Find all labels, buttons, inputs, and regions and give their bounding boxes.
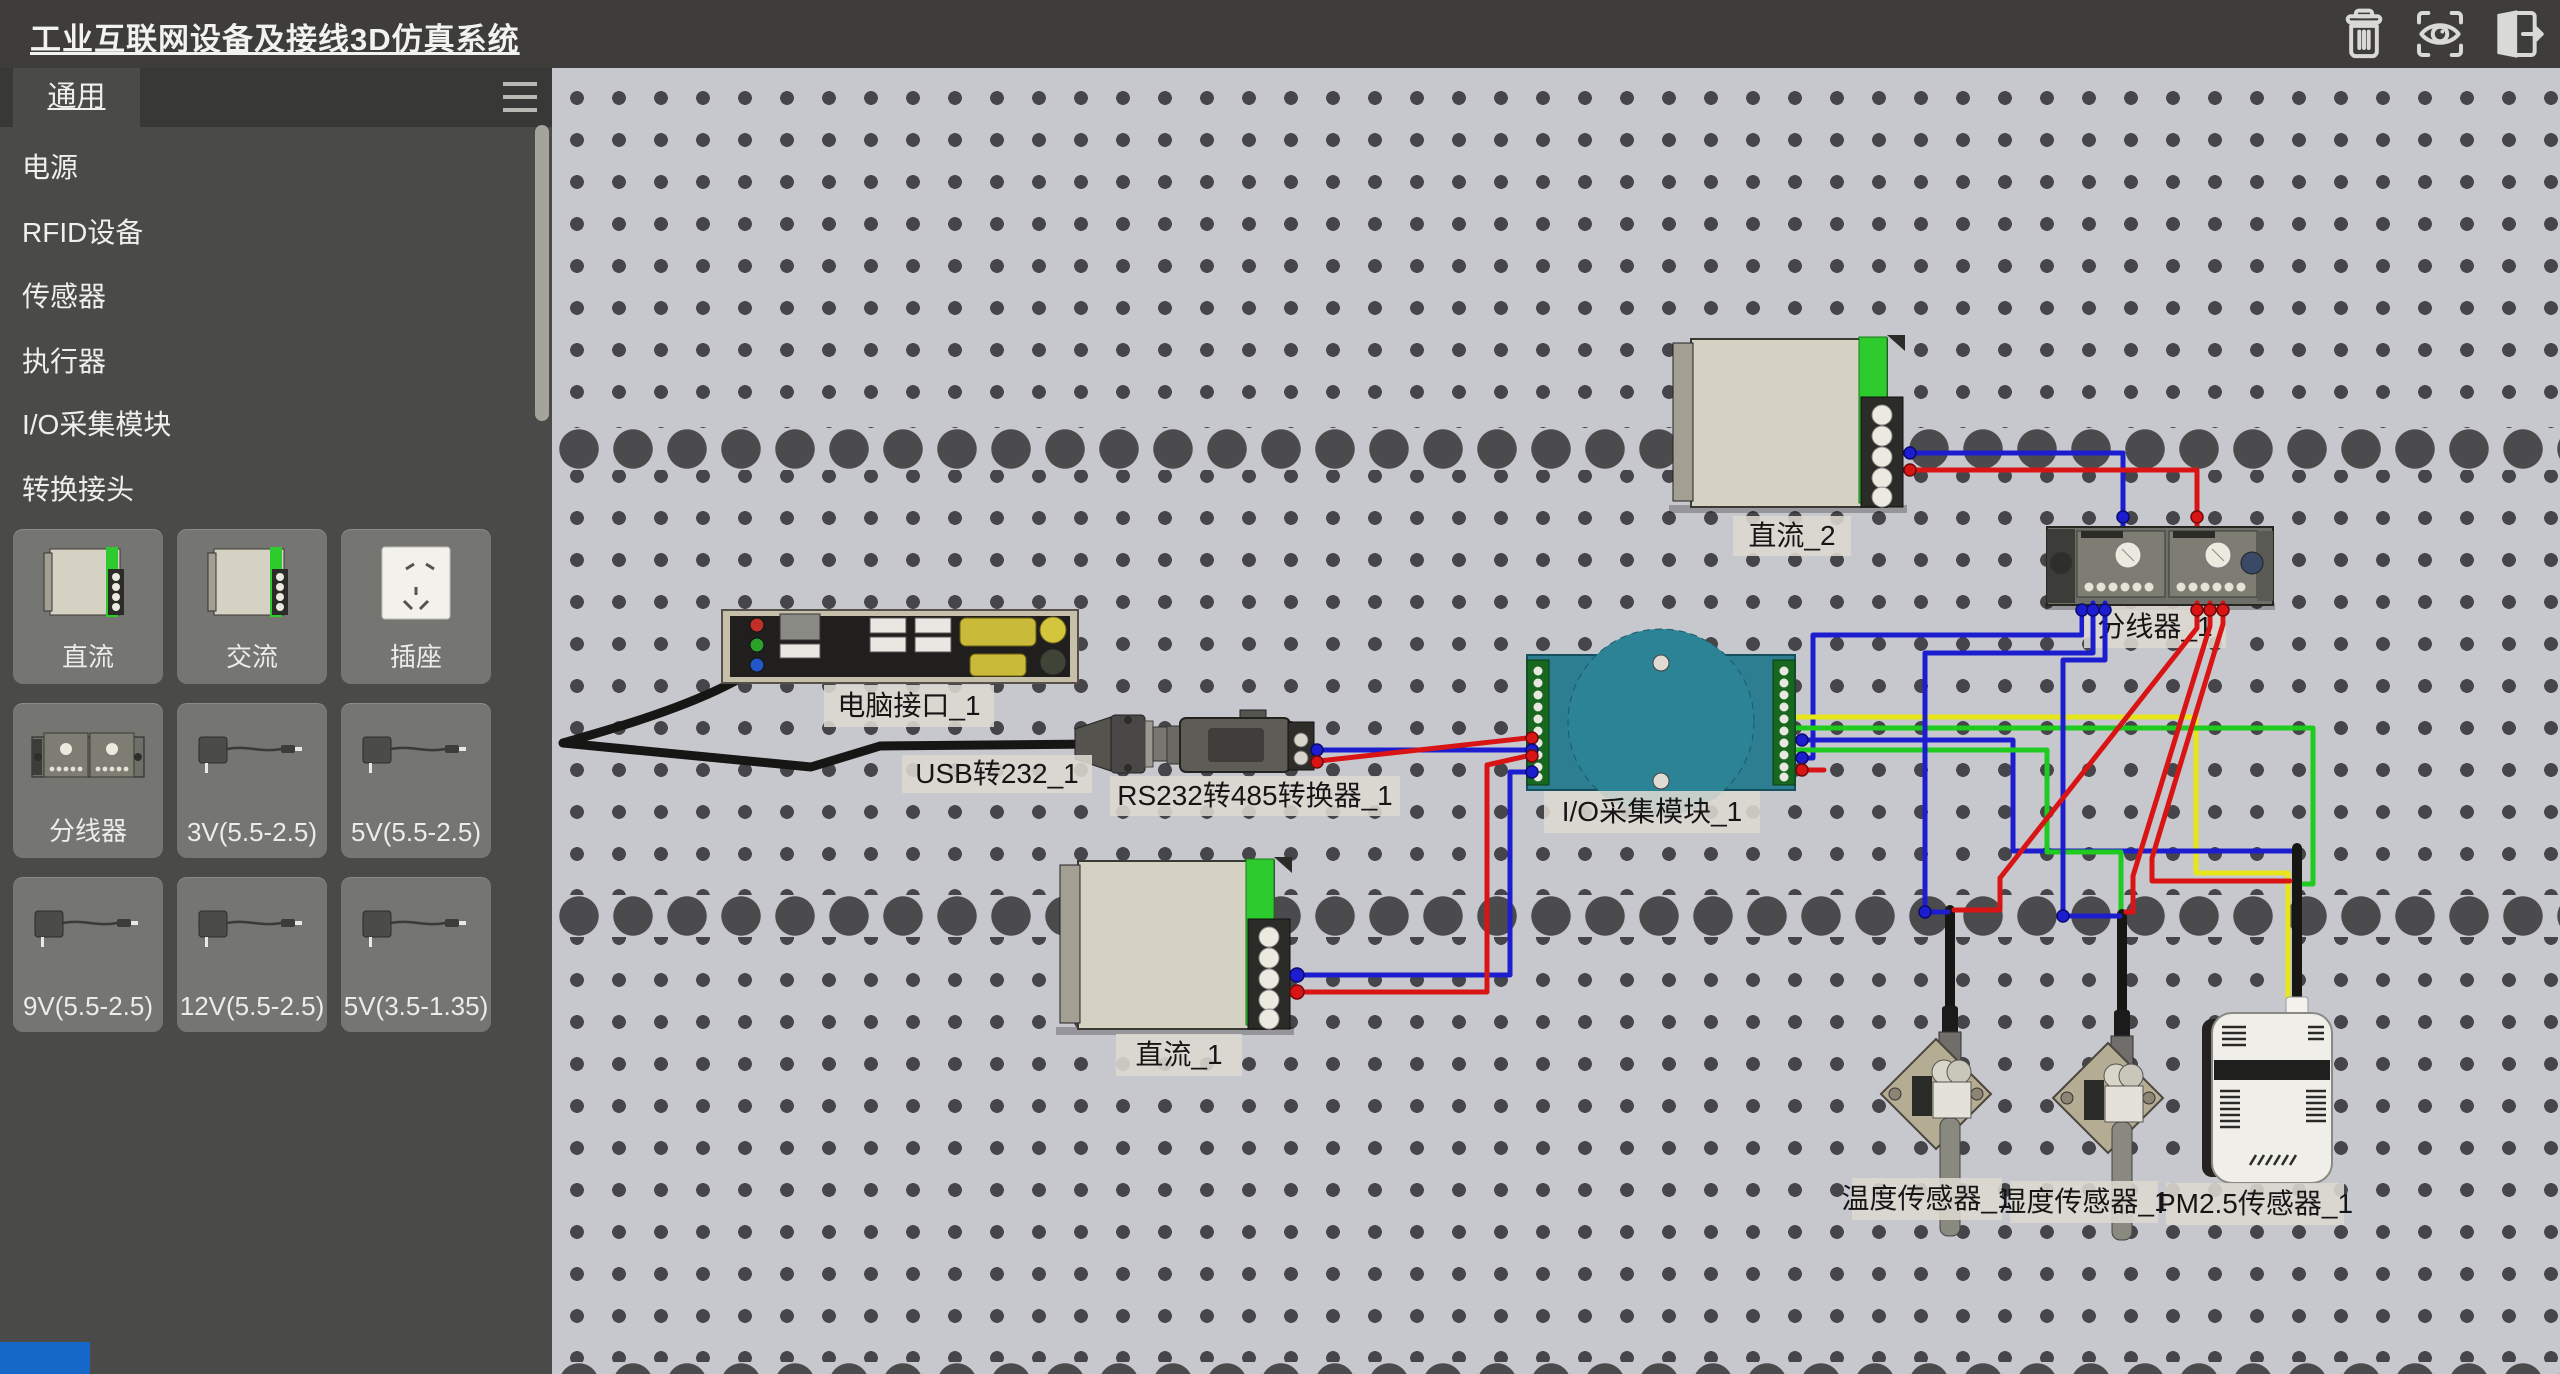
palette-item-socket[interactable]: 插座 (341, 529, 491, 684)
palette-item-adapter-5v-slim[interactable]: 5V(3.5-1.35) (341, 877, 491, 1032)
sidebar-item-rfid[interactable]: RFID设备 (22, 211, 502, 251)
socket-icon (376, 541, 456, 625)
toolbar (2336, 6, 2544, 62)
palette-item-dc[interactable]: 直流 (13, 529, 163, 684)
sidebar-item-sensor[interactable]: 传感器 (22, 275, 502, 315)
sidebar-tab-row: 通用 (0, 68, 552, 127)
view-reset-button[interactable] (2412, 6, 2468, 62)
power-adapter-icon (33, 903, 143, 959)
device-pm25-sensor-1[interactable] (2202, 997, 2332, 1183)
menu-icon[interactable] (503, 82, 537, 114)
wires-front (1925, 603, 2290, 916)
device-splitter-1[interactable] (2045, 527, 2275, 610)
label-pc-interface-1: 电脑接口_1 (837, 690, 980, 721)
sidebar-item-io-module[interactable]: I/O采集模块 (22, 403, 502, 443)
top-bar: 工业互联网设备及接线3D仿真系统 (0, 0, 2560, 68)
ac-module-icon (204, 541, 300, 625)
bottom-left-accent (0, 1342, 90, 1374)
label-humidity-sensor-1: 湿度传感器_1 (1998, 1186, 2169, 1217)
palette-item-ac[interactable]: 交流 (177, 529, 327, 684)
device-dc-2[interactable] (1669, 335, 1907, 513)
app-window: 工业互联网设备及接线3D仿真系统 (0, 0, 2560, 1374)
palette-item-adapter-12v[interactable]: 12V(5.5-2.5) (177, 877, 327, 1032)
label-pm25-sensor-1: PM2.5传感器_1 (2157, 1188, 2353, 1219)
door-exit-icon (2488, 6, 2544, 62)
eye-in-frame-icon (2412, 6, 2468, 62)
scene: 直流_2 电脑接口_1 USB转232_1 RS232转485转换器_1 I/O… (552, 68, 2560, 1374)
label-dc-2: 直流_2 (1748, 520, 1835, 551)
palette-item-adapter-5v[interactable]: 5V(5.5-2.5) (341, 703, 491, 858)
app-title: 工业互联网设备及接线3D仿真系统 (30, 14, 520, 59)
delete-button[interactable] (2336, 6, 2392, 62)
dc-module-icon (40, 541, 136, 625)
sidebar-item-power[interactable]: 电源 (22, 146, 502, 186)
label-io-module-1: I/O采集模块_1 (1562, 796, 1742, 827)
power-adapter-icon (197, 729, 307, 785)
palette-item-splitter[interactable]: 分线器 (13, 703, 163, 858)
label-rs232-485-1: RS232转485转换器_1 (1117, 780, 1392, 811)
power-adapter-icon (197, 903, 307, 959)
device-pc-interface-1[interactable] (722, 610, 1078, 683)
sidebar-item-actuator[interactable]: 执行器 (22, 340, 502, 380)
device-rs232-to-485-converter-1[interactable] (1167, 710, 1314, 772)
splitter-icon (28, 725, 148, 789)
device-io-module-1[interactable] (1527, 629, 1795, 815)
palette-item-adapter-3v[interactable]: 3V(5.5-2.5) (177, 703, 327, 858)
device-dc-1[interactable] (1056, 857, 1294, 1035)
exit-button[interactable] (2488, 6, 2544, 62)
tab-general[interactable]: 通用 (13, 68, 140, 127)
trash-icon (2336, 6, 2392, 62)
sidebar-scrollbar[interactable] (535, 125, 549, 421)
label-dc-1: 直流_1 (1135, 1039, 1222, 1070)
power-adapter-icon (361, 903, 471, 959)
label-temp-sensor-1: 温度传感器_1 (1841, 1183, 2012, 1214)
workspace-canvas[interactable]: 直流_2 电脑接口_1 USB转232_1 RS232转485转换器_1 I/O… (552, 68, 2560, 1374)
power-adapter-icon (361, 729, 471, 785)
palette-item-adapter-9v[interactable]: 9V(5.5-2.5) (13, 877, 163, 1032)
sidebar-item-converter[interactable]: 转换接头 (22, 468, 502, 508)
label-usb-232-1: USB转232_1 (915, 758, 1078, 789)
sidebar: 通用 电源 RFID设备 传感器 执行器 I/O采集模块 转换接头 直流 (0, 68, 552, 1374)
